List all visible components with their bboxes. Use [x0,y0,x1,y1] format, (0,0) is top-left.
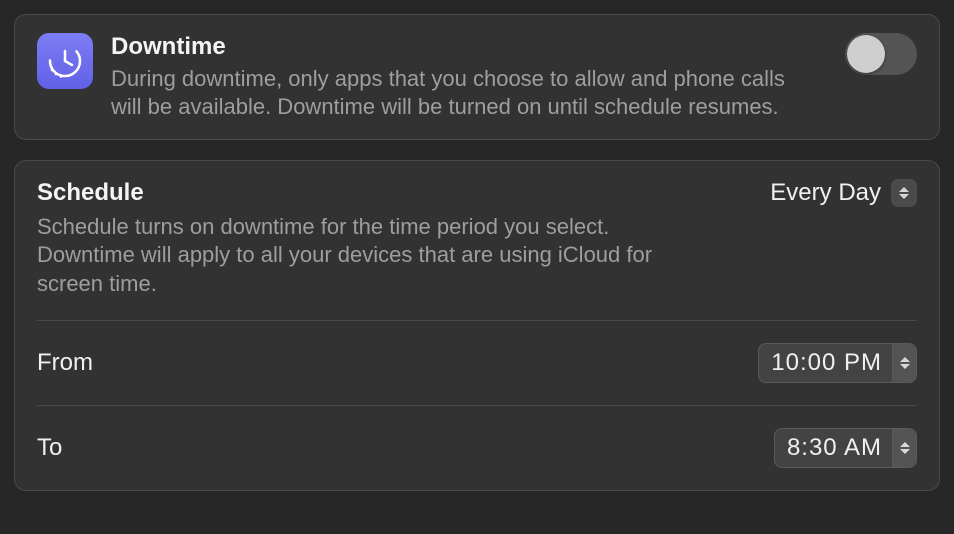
chevron-up-icon [900,357,910,362]
schedule-text: Schedule Schedule turns on downtime for … [37,179,677,297]
schedule-title: Schedule [37,179,677,207]
toggle-knob [847,35,885,73]
downtime-title: Downtime [111,33,791,61]
schedule-mode-value: Every Day [770,179,881,207]
downtime-icon [37,33,93,89]
downtime-row: Downtime During downtime, only apps that… [37,33,917,121]
downtime-toggle[interactable] [845,33,917,75]
chevron-up-icon [899,187,909,192]
downtime-text: Downtime During downtime, only apps that… [111,33,791,121]
from-time-stepper[interactable] [892,344,916,382]
from-time-value: 10:00 PM [759,344,892,382]
to-time-stepper[interactable] [892,429,916,467]
downtime-card: Downtime During downtime, only apps that… [14,14,940,140]
from-row: From 10:00 PM [37,321,917,383]
to-label: To [37,434,62,462]
schedule-mode-popup[interactable]: Every Day [770,179,917,207]
to-row: To 8:30 AM [37,406,917,468]
updown-icon [891,179,917,207]
chevron-down-icon [899,194,909,199]
chevron-down-icon [900,364,910,369]
downtime-description: During downtime, only apps that you choo… [111,65,791,121]
chevron-up-icon [900,442,910,447]
clock-icon [46,42,84,80]
to-time-field[interactable]: 8:30 AM [774,428,917,468]
chevron-down-icon [900,449,910,454]
from-time-field[interactable]: 10:00 PM [758,343,917,383]
schedule-description: Schedule turns on downtime for the time … [37,213,677,297]
from-label: From [37,349,93,377]
schedule-header: Schedule Schedule turns on downtime for … [37,179,917,297]
to-time-value: 8:30 AM [775,429,892,467]
schedule-card: Schedule Schedule turns on downtime for … [14,160,940,490]
